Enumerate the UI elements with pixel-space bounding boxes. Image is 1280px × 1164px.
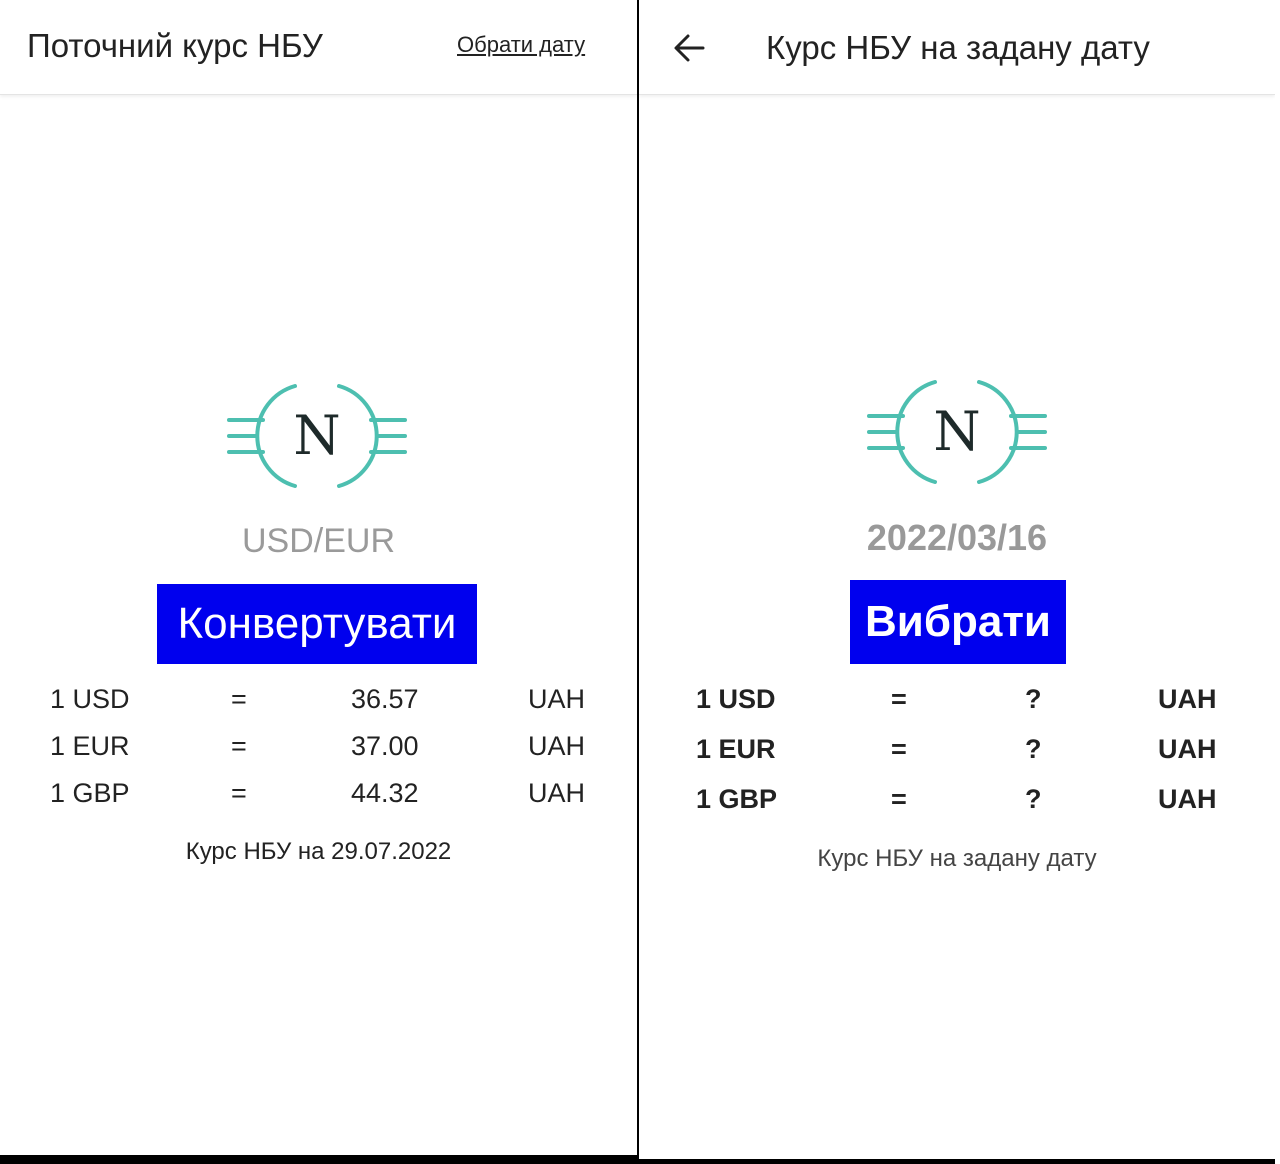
convert-button[interactable]: Конвертувати (157, 584, 477, 664)
rate-row-gbp: 1 GBP = 44.32 UAH (0, 778, 637, 818)
rate-row-eur: 1 EUR = ? UAH (639, 734, 1275, 774)
rate-equals: = (231, 778, 247, 808)
date-rate-screen: Курс НБУ на задану дату N 2022/03/16 Виб… (639, 0, 1275, 1159)
rate-unit: UAH (528, 778, 586, 808)
rate-row-eur: 1 EUR = 37.00 UAH (0, 731, 637, 771)
app-bar: Курс НБУ на задану дату (639, 0, 1275, 95)
rate-equals: = (891, 684, 907, 714)
rate-value: ? (1025, 734, 1042, 764)
rate-value: ? (1025, 784, 1042, 814)
logo-letter: N (293, 404, 340, 467)
rate-currency: 1 EUR (696, 734, 776, 764)
rate-value: 44.32 (351, 778, 419, 808)
rate-value: 36.57 (351, 684, 419, 714)
rate-row-usd: 1 USD = 36.57 UAH (0, 684, 637, 724)
currency-pair-label: USD/EUR (241, 522, 396, 560)
nbu-logo: N (867, 376, 1047, 488)
rate-equals: = (891, 734, 907, 764)
current-rate-screen: Поточний курс НБУ Обрати дату N USD/EUR … (0, 0, 637, 1155)
rate-value: 37.00 (351, 731, 419, 761)
app-bar: Поточний курс НБУ Обрати дату (0, 0, 637, 95)
rate-unit: UAH (1158, 784, 1217, 814)
rate-equals: = (231, 731, 247, 761)
rate-currency: 1 EUR (50, 731, 130, 761)
rate-currency: 1 USD (696, 684, 776, 714)
edge-strip (1275, 0, 1280, 1164)
rate-unit: UAH (528, 731, 586, 761)
rate-currency: 1 GBP (696, 784, 778, 814)
rate-date-note: Курс НБУ на задану дату (817, 845, 1097, 872)
choose-date-link[interactable]: Обрати дату (457, 32, 585, 58)
rate-unit: UAH (1158, 684, 1217, 714)
rate-unit: UAH (1158, 734, 1217, 764)
nbu-logo: N (227, 380, 407, 492)
rate-currency: 1 USD (50, 684, 130, 714)
rate-value: ? (1025, 684, 1042, 714)
rate-row-gbp: 1 GBP = ? UAH (639, 784, 1275, 824)
select-date-button[interactable]: Вибрати (850, 580, 1066, 664)
rate-equals: = (891, 784, 907, 814)
rate-date-note: Курс НБУ на 29.07.2022 (185, 838, 452, 865)
selected-date-label[interactable]: 2022/03/16 (639, 517, 1275, 559)
logo-letter: N (933, 400, 980, 463)
page-title: Поточний курс НБУ (27, 27, 323, 64)
rate-equals: = (231, 684, 247, 714)
rate-row-usd: 1 USD = ? UAH (639, 684, 1275, 724)
arrow-back-icon[interactable] (669, 28, 709, 68)
page-title: Курс НБУ на задану дату (766, 29, 1150, 66)
rate-unit: UAH (528, 684, 586, 714)
rate-currency: 1 GBP (50, 778, 130, 808)
